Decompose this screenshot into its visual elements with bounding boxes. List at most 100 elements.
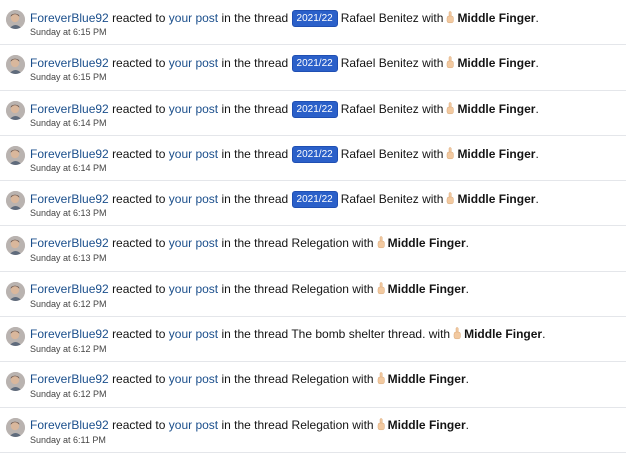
with-text: with (422, 146, 444, 161)
period-text: . (542, 327, 546, 342)
timestamp: Sunday at 6:12 PM (30, 389, 107, 400)
thread-title-link[interactable]: Relegation (292, 418, 349, 432)
in-the-thread-text: in the thread (221, 236, 289, 251)
user-avatar[interactable] (6, 100, 25, 120)
reacted-to-text: reacted to (112, 372, 166, 387)
user-link[interactable]: ForeverBlue92 (30, 147, 109, 161)
user-avatar[interactable] (6, 372, 25, 392)
alert-row: ForeverBlue92 reacted to your post in th… (0, 91, 626, 136)
your-post-link[interactable]: your post (169, 56, 218, 70)
thread-title-link[interactable]: Relegation (292, 236, 349, 250)
thread-title-link[interactable]: The bomb shelter thread. (291, 327, 425, 341)
with-text: with (422, 11, 444, 25)
reacted-to-text: reacted to (112, 327, 166, 342)
reacted-to-text: reacted to (112, 281, 166, 296)
reaction-name: Middle Finger (387, 372, 466, 387)
alert-row: ForeverBlue92 reacted to your post in th… (0, 226, 626, 272)
alert-row: ForeverBlue92 reacted to your post in th… (0, 408, 626, 453)
user-link[interactable]: ForeverBlue92 (30, 418, 109, 432)
your-post-link[interactable]: your post (169, 327, 218, 341)
your-post-link[interactable]: your post (169, 418, 218, 432)
thread-title-link[interactable]: Rafael Benitez (341, 192, 419, 206)
alert-row: ForeverBlue92 reacted to your post in th… (0, 317, 626, 363)
user-avatar[interactable] (6, 281, 25, 301)
user-avatar[interactable] (6, 145, 25, 165)
user-link[interactable]: ForeverBlue92 (30, 11, 109, 25)
in-the-thread-text: in the thread (221, 417, 289, 432)
timestamp: Sunday at 6:13 PM (30, 208, 107, 219)
reaction-name: Middle Finger (387, 281, 466, 296)
user-link[interactable]: ForeverBlue92 (30, 327, 109, 341)
your-post-link[interactable]: your post (169, 102, 218, 116)
reaction-name: Middle Finger (457, 11, 536, 25)
your-post-link[interactable]: your post (169, 282, 218, 296)
period-text: . (465, 417, 469, 432)
thread-title-link[interactable]: Relegation (292, 372, 349, 386)
with-text: with (422, 192, 444, 207)
alerts-list: ForeverBlue92 reacted to your post in th… (0, 0, 626, 453)
middle-finger-emoji-icon (447, 11, 455, 24)
in-the-thread-text: in the thread (221, 372, 289, 387)
user-link[interactable]: ForeverBlue92 (30, 236, 109, 250)
user-avatar[interactable] (6, 191, 25, 211)
alert-text: ForeverBlue92 reacted to your post in th… (30, 327, 545, 342)
in-the-thread-text: in the thread (221, 281, 289, 296)
user-avatar[interactable] (6, 417, 25, 437)
thread-title-link[interactable]: Rafael Benitez (341, 56, 419, 70)
reaction-name: Middle Finger (457, 192, 536, 207)
user-link[interactable]: ForeverBlue92 (30, 282, 109, 296)
period-text: . (535, 56, 539, 71)
alert-text: ForeverBlue92 reacted to your post in th… (30, 10, 539, 27)
user-link[interactable]: ForeverBlue92 (30, 102, 109, 116)
user-avatar[interactable] (6, 55, 25, 75)
your-post-link[interactable]: your post (169, 147, 218, 161)
user-avatar[interactable] (6, 236, 25, 256)
thread-title-link[interactable]: Rafael Benitez (341, 102, 419, 116)
in-the-thread-text: in the thread (221, 146, 289, 161)
timestamp: Sunday at 6:13 PM (30, 253, 107, 264)
alert-text: ForeverBlue92 reacted to your post in th… (30, 145, 539, 163)
alert-row: ForeverBlue92 reacted to your post in th… (0, 0, 626, 46)
thread-title-link[interactable]: Rafael Benitez (341, 11, 419, 25)
reaction-name: Middle Finger (457, 56, 536, 71)
reacted-to-text: reacted to (112, 236, 166, 251)
timestamp: Sunday at 6:14 PM (30, 162, 107, 173)
your-post-link[interactable]: your post (169, 192, 218, 206)
middle-finger-emoji-icon (447, 192, 455, 205)
user-link[interactable]: ForeverBlue92 (30, 372, 109, 386)
thread-prefix-badge: 2021/22 (291, 100, 338, 118)
in-the-thread-text: in the thread (221, 11, 289, 25)
user-link[interactable]: ForeverBlue92 (30, 192, 109, 206)
reaction-name: Middle Finger (387, 236, 466, 251)
alert-text: ForeverBlue92 reacted to your post in th… (30, 191, 539, 209)
reacted-to-text: reacted to (112, 417, 166, 432)
middle-finger-emoji-icon (447, 147, 455, 159)
period-text: . (535, 11, 539, 25)
alert-text: ForeverBlue92 reacted to your post in th… (30, 282, 469, 297)
middle-finger-emoji-icon (377, 372, 385, 385)
your-post-link[interactable]: your post (169, 372, 218, 386)
timestamp: Sunday at 6:11 PM (30, 434, 106, 445)
reacted-to-text: reacted to (112, 192, 166, 207)
user-link[interactable]: ForeverBlue92 (30, 56, 109, 70)
middle-finger-emoji-icon (447, 56, 455, 69)
with-text: with (352, 417, 374, 432)
thread-title-link[interactable]: Rafael Benitez (341, 147, 419, 161)
your-post-link[interactable]: your post (169, 11, 218, 25)
user-avatar[interactable] (6, 10, 25, 29)
period-text: . (465, 372, 469, 387)
alert-row: ForeverBlue92 reacted to your post in th… (0, 45, 626, 91)
with-text: with (422, 56, 444, 71)
middle-finger-emoji-icon (377, 236, 385, 249)
user-avatar[interactable] (6, 327, 25, 347)
period-text: . (535, 192, 539, 207)
thread-title-link[interactable]: Relegation (292, 282, 349, 296)
your-post-link[interactable]: your post (169, 236, 218, 250)
thread-prefix-badge: 2021/22 (291, 10, 338, 27)
reacted-to-text: reacted to (112, 11, 166, 25)
timestamp: Sunday at 6:12 PM (30, 298, 107, 309)
reaction-name: Middle Finger (457, 101, 536, 116)
alert-row: ForeverBlue92 reacted to your post in th… (0, 136, 626, 182)
reacted-to-text: reacted to (112, 146, 166, 161)
thread-prefix-badge: 2021/22 (291, 145, 338, 163)
